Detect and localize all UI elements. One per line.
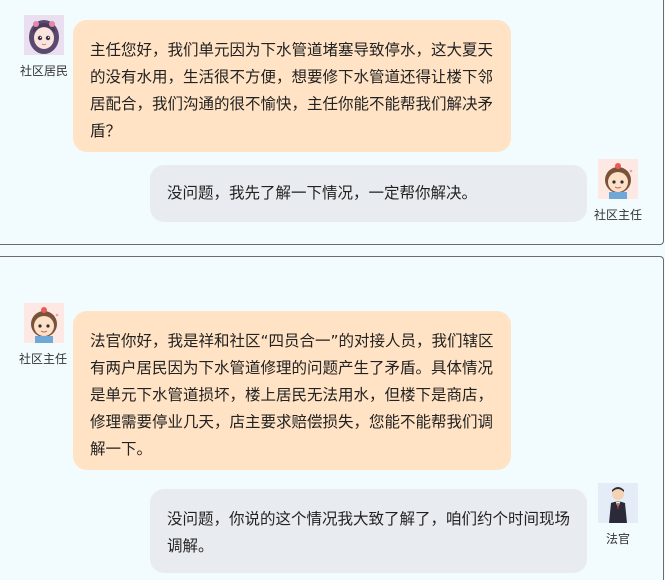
judge-label: 法官 <box>605 532 630 546</box>
resident-message-text: 主任您好，我们单元因为下水管道堵塞导致停水，这大夏天的没有水用，生活很不方便，想… <box>90 41 494 140</box>
resident-label: 社区居民 <box>19 64 68 78</box>
judge-avatar-icon <box>598 483 638 523</box>
chat-panel-2: 社区主任 法官你好，我是祥和社区“四员合一”的对接人员，我们辖区有两户居民因为下… <box>0 256 664 580</box>
director-label: 社区主任 <box>18 352 67 366</box>
girl-avatar-icon <box>24 15 64 55</box>
director-message-text: 法官你好，我是祥和社区“四员合一”的对接人员，我们辖区有两户居民因为下水管道修理… <box>90 332 494 458</box>
director-message-bubble: 法官你好，我是祥和社区“四员合一”的对接人员，我们辖区有两户居民因为下水管道修理… <box>73 311 511 470</box>
judge-reply-bubble: 没问题，你说的这个情况我大致了解了，咱们约个时间现场调解。 <box>150 489 587 573</box>
director-label: 社区主任 <box>593 208 642 222</box>
director-reply-text: 没问题，我先了解一下情况，一定帮你解决。 <box>167 184 478 202</box>
director-avatar-icon <box>24 303 64 343</box>
director-reply-bubble: 没问题，我先了解一下情况，一定帮你解决。 <box>150 165 587 222</box>
judge-reply-text: 没问题，你说的这个情况我大致了解了，咱们约个时间现场调解。 <box>167 510 571 555</box>
resident-message-bubble: 主任您好，我们单元因为下水管道堵塞导致停水，这大夏天的没有水用，生活很不方便，想… <box>73 20 511 152</box>
director-avatar-icon <box>598 159 638 199</box>
chat-panel-1: 社区居民 主任您好，我们单元因为下水管道堵塞导致停水，这大夏天的没有水用，生活很… <box>0 0 664 245</box>
